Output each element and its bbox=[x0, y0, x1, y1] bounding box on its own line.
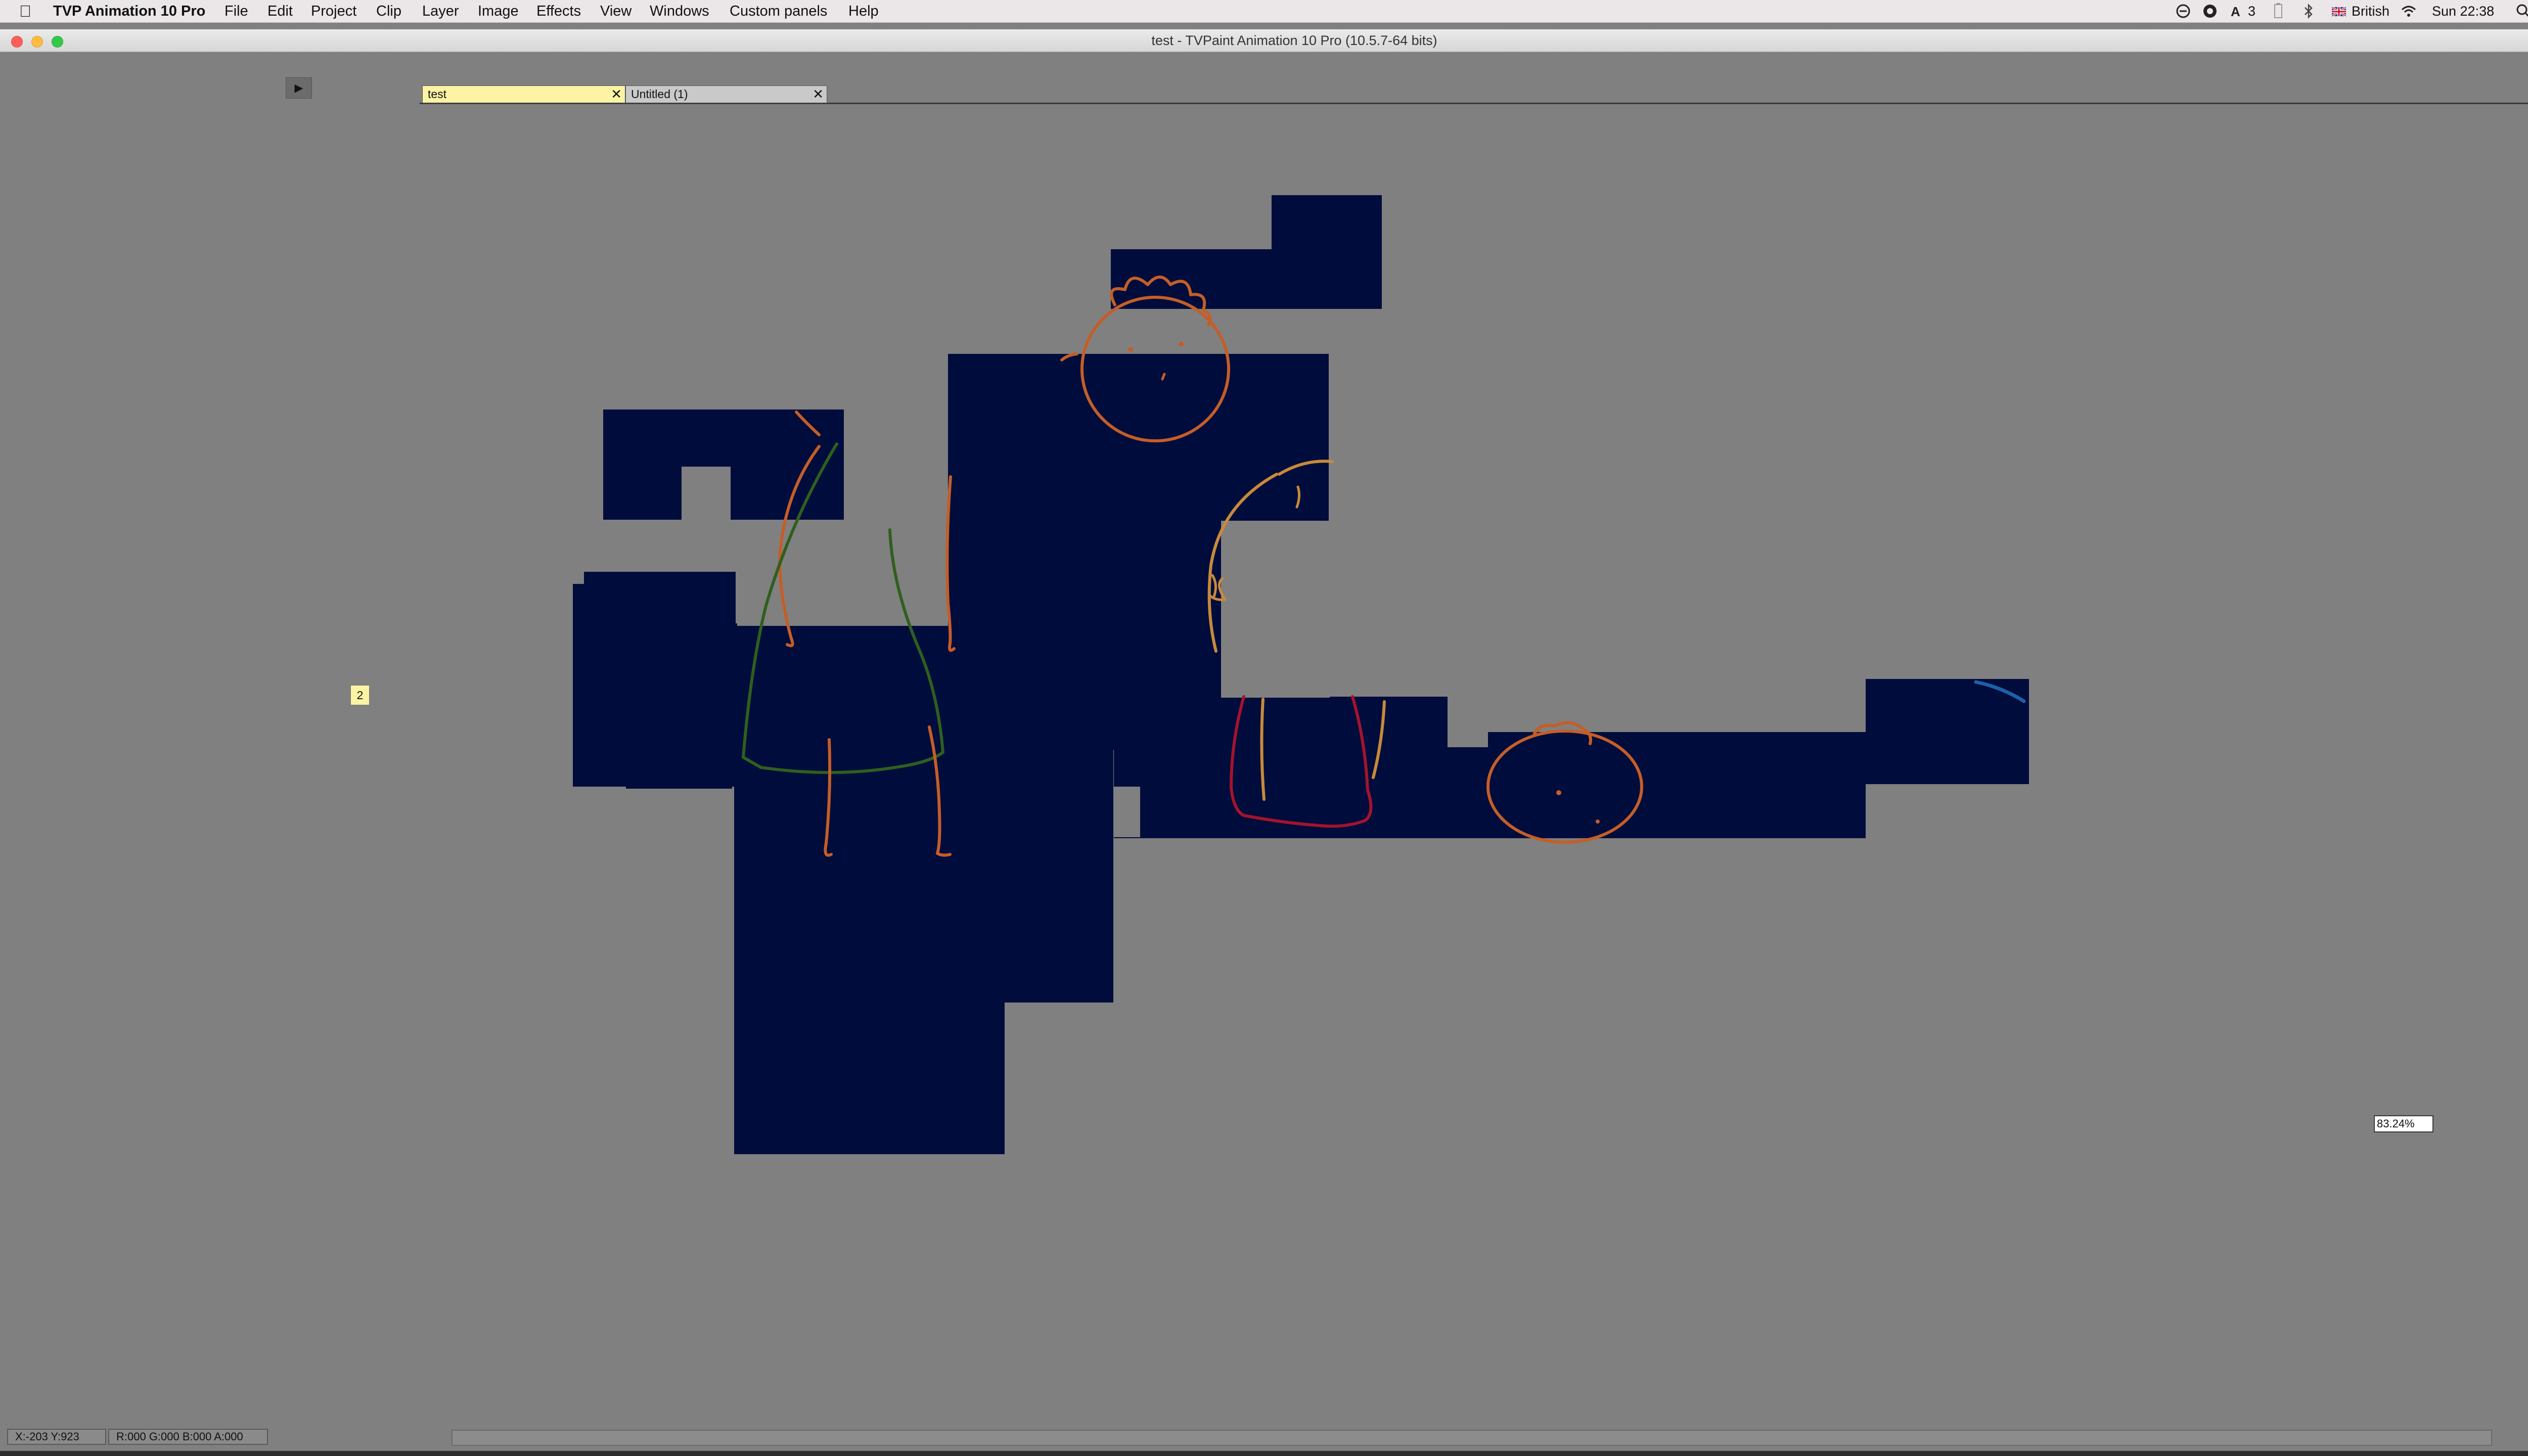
document-tab-strip bbox=[0, 75, 2528, 104]
play-button[interactable]: ▶ bbox=[286, 77, 312, 99]
menu-view[interactable]: View bbox=[600, 0, 631, 22]
canvas-gap bbox=[844, 410, 948, 626]
painted-region bbox=[573, 195, 2029, 1154]
menu-edit[interactable]: Edit bbox=[267, 0, 293, 22]
battery-icon[interactable] bbox=[2270, 3, 2286, 19]
paint-block bbox=[1866, 679, 2029, 784]
menu-file[interactable]: File bbox=[224, 0, 248, 22]
record-icon[interactable] bbox=[2202, 3, 2218, 19]
close-icon[interactable]: ✕ bbox=[611, 86, 622, 103]
window-title: test - TVPaint Animation 10 Pro (10.5.7-… bbox=[1151, 33, 1437, 48]
flag-icon bbox=[2331, 6, 2347, 17]
paint-block bbox=[948, 354, 1329, 521]
wifi-icon[interactable] bbox=[2401, 3, 2417, 19]
notification-count: 3 bbox=[2248, 4, 2256, 19]
tab-test[interactable]: test ✕ bbox=[422, 85, 625, 103]
tab-label: test bbox=[428, 87, 447, 101]
eye-stroke bbox=[1596, 820, 1600, 824]
app-menu[interactable]: TVP Animation 10 Pro bbox=[53, 0, 205, 22]
canvas-gap bbox=[573, 570, 584, 584]
keyboard-viewer-icon[interactable]: A bbox=[2230, 3, 2246, 19]
eye-stroke bbox=[1556, 790, 1561, 795]
horizontal-scrollbar[interactable] bbox=[452, 1430, 2492, 1446]
menu-project[interactable]: Project bbox=[311, 0, 356, 22]
canvas-gap bbox=[603, 520, 736, 572]
window-titlebar: test - TVPaint Animation 10 Pro (10.5.7-… bbox=[0, 29, 2528, 52]
input-source[interactable]: British bbox=[2352, 0, 2389, 22]
play-icon: ▶ bbox=[294, 81, 303, 94]
layer-number-badge[interactable]: 2 bbox=[350, 685, 370, 705]
clock[interactable]: Sun 22:38 bbox=[2432, 0, 2494, 22]
spotlight-icon[interactable] bbox=[2515, 3, 2528, 19]
paint-block bbox=[734, 949, 1005, 1153]
paint-block bbox=[1114, 697, 1448, 838]
drawing-canvas[interactable] bbox=[0, 52, 2528, 1456]
cursor-coordinates: X:-203 Y:923 bbox=[7, 1429, 106, 1445]
svg-text:A: A bbox=[2231, 4, 2240, 19]
canvas-gap bbox=[1113, 787, 1140, 837]
bluetooth-icon[interactable] bbox=[2300, 3, 2317, 19]
zoom-level-field[interactable]: 83.24% bbox=[2374, 1115, 2433, 1132]
canvas-gap bbox=[1113, 895, 1759, 950]
canvas-gap bbox=[1448, 697, 1488, 747]
tab-label: Untitled (1) bbox=[631, 87, 688, 101]
eye-stroke bbox=[1128, 347, 1133, 352]
menu-windows[interactable]: Windows bbox=[650, 0, 709, 22]
eye-stroke bbox=[1179, 342, 1184, 347]
workspace: ▶ test ✕ Untitled (1) ✕ ▼ 2 83.24% bbox=[0, 52, 2528, 1456]
canvas-gap bbox=[1005, 1003, 1113, 1154]
apple-icon[interactable]:  bbox=[19, 2, 31, 20]
menu-effects[interactable]: Effects bbox=[536, 0, 581, 22]
paint-block bbox=[626, 735, 732, 789]
system-menubar:  TVP Animation 10 Pro File Edit Project… bbox=[0, 0, 2528, 23]
tab-untitled-1[interactable]: Untitled (1) ✕ bbox=[625, 85, 827, 103]
color-readout: R:000 G:000 B:000 A:000 bbox=[108, 1429, 268, 1445]
menu-layer[interactable]: Layer bbox=[422, 0, 459, 22]
canvas-gap bbox=[682, 467, 731, 520]
window-bottom-edge bbox=[0, 1451, 2528, 1456]
menu-help[interactable]: Help bbox=[848, 0, 879, 22]
menu-custom-panels[interactable]: Custom panels bbox=[730, 0, 827, 22]
canvas-gap bbox=[1221, 521, 1330, 698]
close-icon[interactable]: ✕ bbox=[812, 86, 824, 103]
timer-icon[interactable] bbox=[2175, 3, 2191, 19]
menu-clip[interactable]: Clip bbox=[376, 0, 401, 22]
menu-image[interactable]: Image bbox=[478, 0, 519, 22]
